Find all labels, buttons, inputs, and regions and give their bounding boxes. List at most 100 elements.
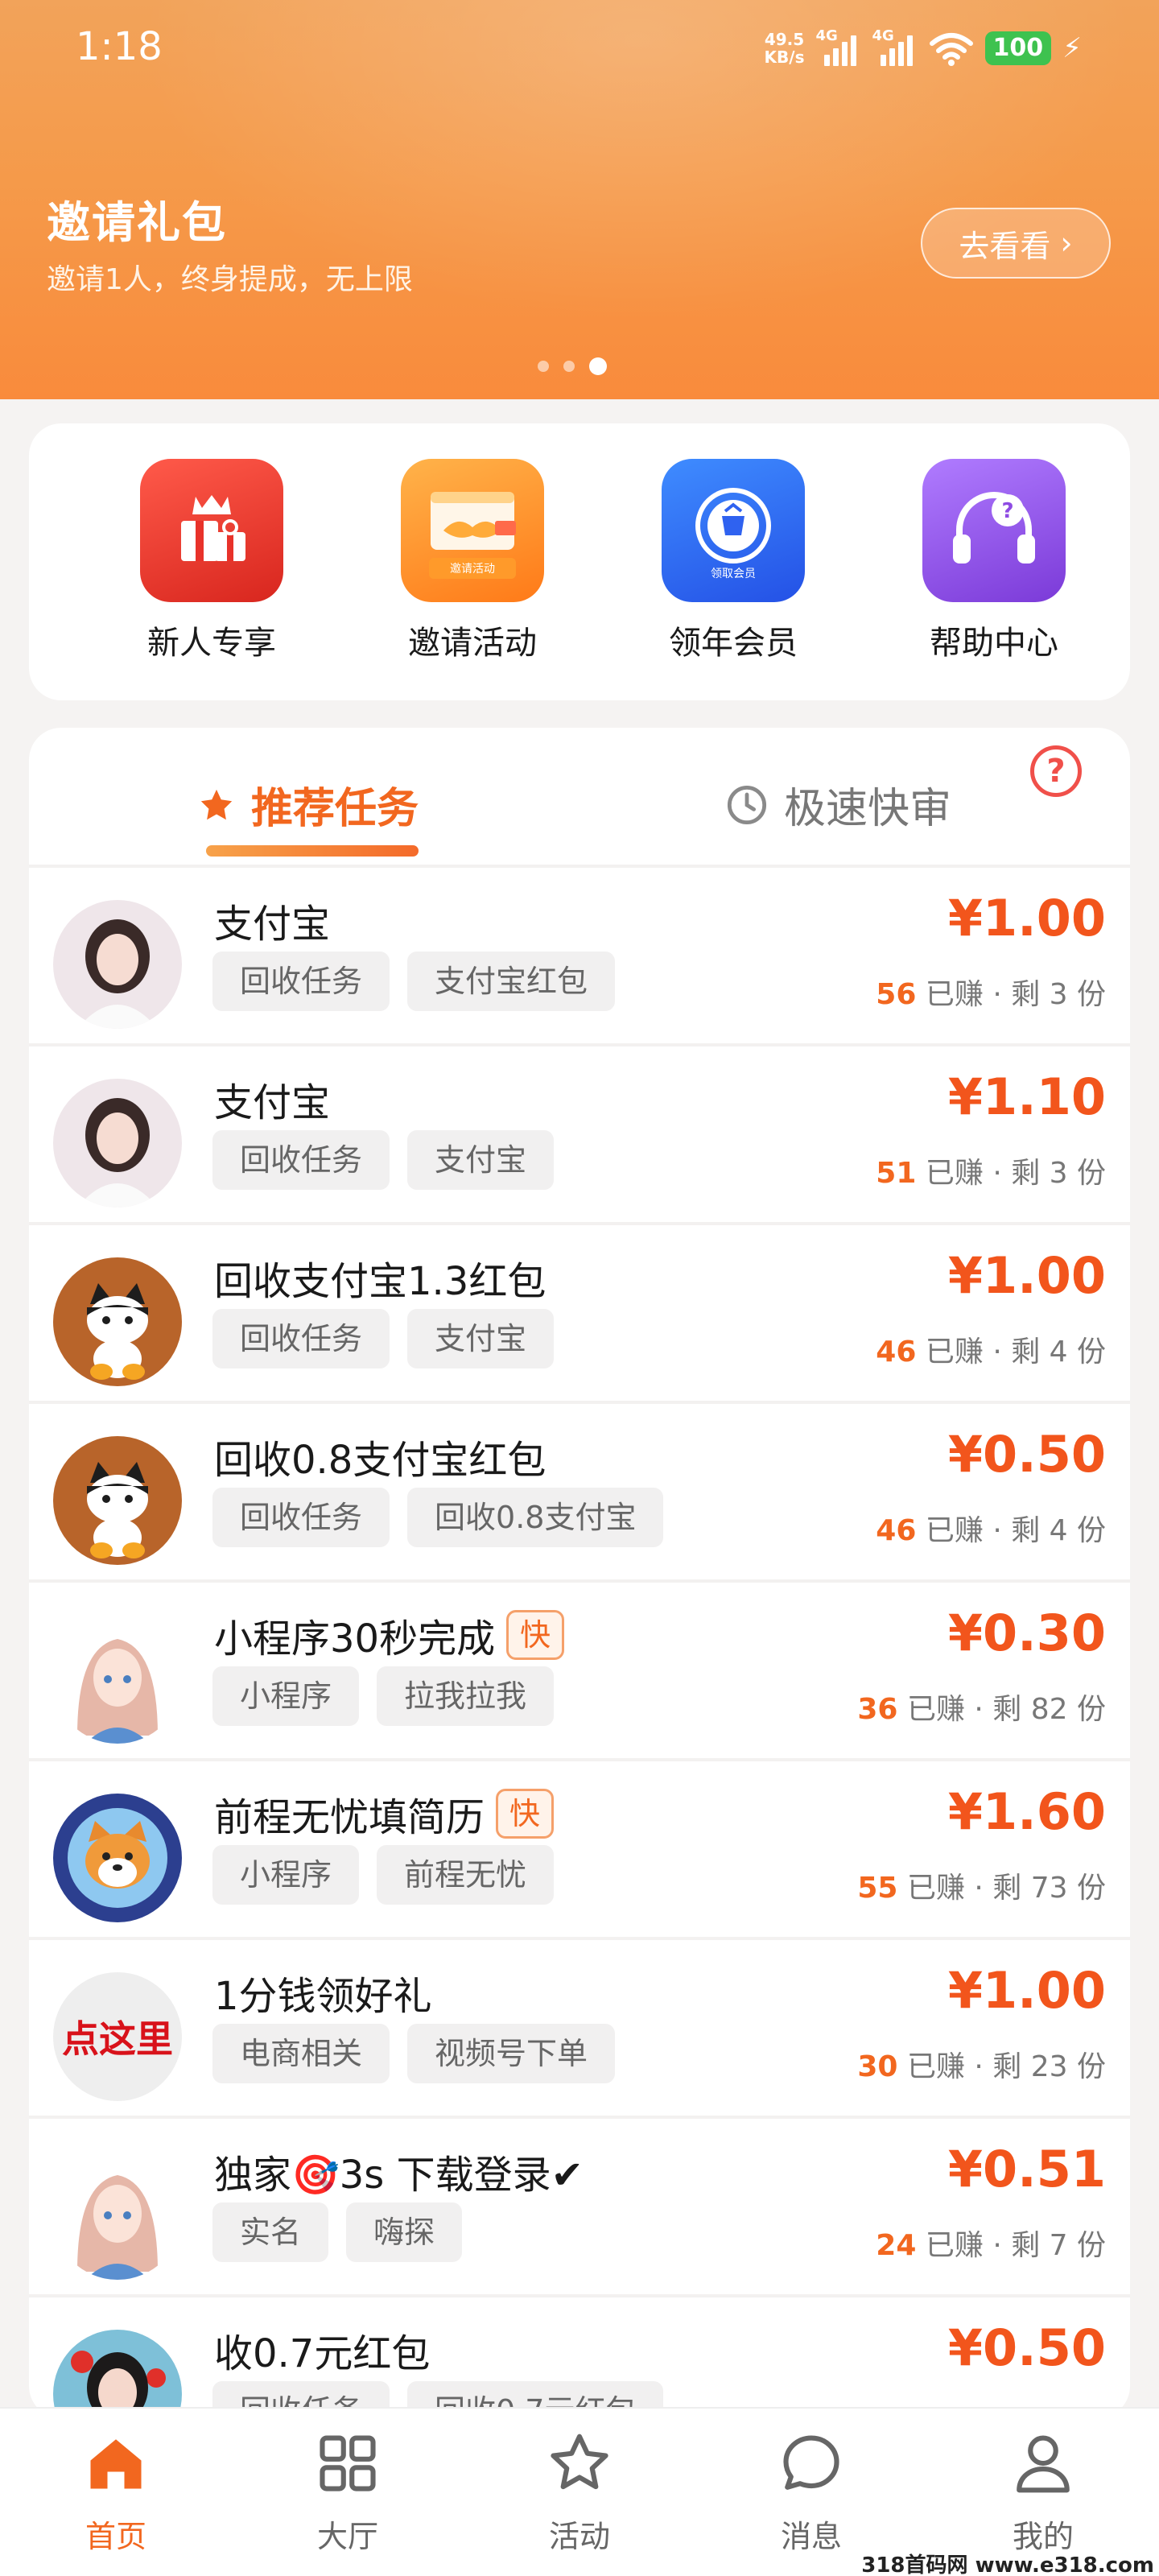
task-price: ¥0.51 xyxy=(947,2140,1106,2198)
task-avatar xyxy=(53,1794,182,1922)
banner[interactable]: 1:18 49.5 KB/s 4G 4G 100 ⚡ 邀请礼包 邀请1人，终身提… xyxy=(0,0,1159,399)
nav-activity[interactable]: 活动 xyxy=(499,2429,660,2556)
nav-home[interactable]: 首页 xyxy=(35,2429,196,2556)
task-tags: 回收任务 支付宝 xyxy=(212,1309,555,1368)
task-stats: 56 已赚 · 剩 3 份 xyxy=(876,978,1106,1011)
avatar-text: 点这里 xyxy=(62,2017,173,2061)
carousel-dot[interactable] xyxy=(563,361,575,372)
task-stats: 46 已赚 · 剩 4 份 xyxy=(876,1514,1106,1547)
tab-underline xyxy=(206,845,419,857)
task-row[interactable]: 回收支付宝1.3红包 回收任务 支付宝 ¥1.00 46 已赚 · 剩 4 份 xyxy=(29,1222,1130,1401)
task-tag: 嗨探 xyxy=(346,2202,463,2262)
task-row[interactable]: 收0.7元红包回收任务回收0.7元红包¥0.5023 已赚 · 剩 3 份 xyxy=(29,2294,1130,2418)
watermark: 318首码网 www.e318.com xyxy=(861,2553,1154,2576)
task-avatar xyxy=(53,1257,182,1386)
banner-go-button[interactable]: 去看看 › xyxy=(921,208,1111,279)
fast-badge: 快 xyxy=(496,1789,555,1839)
status-icons: 49.5 KB/s 4G 4G 100 ⚡ xyxy=(765,24,1082,72)
task-tag: 回收任务 xyxy=(212,1309,390,1368)
handshake-icon: 邀请活动 xyxy=(401,459,544,602)
task-price: ¥1.60 xyxy=(947,1782,1106,1841)
wifi-icon xyxy=(929,33,973,66)
task-row[interactable]: 点这里 1分钱领好礼 电商相关 视频号下单 ¥1.00 30 已赚 · 剩 23 份 xyxy=(29,1937,1130,2116)
vip-icon: 领取会员 xyxy=(662,459,805,602)
invite-icon-text: 邀请活动 xyxy=(450,563,495,576)
svg-text:?: ? xyxy=(1001,499,1013,523)
carousel-dot-active[interactable] xyxy=(589,357,607,375)
quick-entry-newcomer[interactable]: 新人专享 xyxy=(107,459,316,663)
status-bar: 1:18 49.5 KB/s 4G 4G 100 ⚡ xyxy=(0,0,1159,97)
task-tag: 支付宝 xyxy=(407,1309,555,1368)
grid-icon xyxy=(320,2435,376,2491)
signal-icon: 4G xyxy=(816,27,861,66)
task-avatar xyxy=(53,2330,182,2418)
task-title: 支付宝 xyxy=(214,902,331,947)
task-row[interactable]: 前程无忧填简历快小程序 前程无忧 ¥1.60 55 已赚 · 剩 73 份 xyxy=(29,1758,1130,1937)
task-row[interactable]: 独家🎯3s 下载登录✔ 实名 嗨探 ¥0.51 24 已赚 · 剩 7 份 xyxy=(29,2116,1130,2294)
task-tabs: 推荐任务 极速快审 ? xyxy=(29,728,1130,865)
fast-badge: 快 xyxy=(506,1610,565,1660)
task-row[interactable]: 小程序30秒完成快小程序 拉我拉我 ¥0.30 36 已赚 · 剩 82 份 xyxy=(29,1579,1130,1758)
task-title: 小程序30秒完成快 xyxy=(214,1607,565,1663)
task-price: ¥0.50 xyxy=(947,1425,1106,1484)
task-tag: 前程无忧 xyxy=(377,1845,555,1905)
nav-messages[interactable]: 消息 xyxy=(731,2429,892,2556)
home-icon xyxy=(90,2439,142,2489)
carousel-indicator xyxy=(538,357,607,375)
task-tags: 小程序 前程无忧 xyxy=(212,1845,555,1905)
task-tag: 小程序 xyxy=(212,1666,360,1726)
task-avatar xyxy=(53,1615,182,1744)
help-icon[interactable]: ? xyxy=(1030,745,1082,797)
task-price: ¥0.50 xyxy=(947,2318,1106,2377)
task-tag: 回收0.8支付宝 xyxy=(407,1488,664,1547)
net-speed: 49.5 KB/s xyxy=(764,30,805,67)
quick-entry-invite[interactable]: 邀请活动 邀请活动 xyxy=(368,459,577,663)
battery-indicator: 100 xyxy=(984,31,1052,65)
star-outline-icon xyxy=(551,2434,608,2490)
nav-hall[interactable]: 大厅 xyxy=(267,2429,428,2556)
task-stats: 30 已赚 · 剩 23 份 xyxy=(857,2050,1106,2083)
nav-mine[interactable]: 我的 xyxy=(963,2429,1124,2556)
task-avatar: 点这里 xyxy=(53,1972,182,2101)
task-avatar xyxy=(53,2151,182,2280)
task-tags: 回收任务 支付宝红包 xyxy=(212,952,616,1011)
task-price: ¥0.30 xyxy=(947,1604,1106,1662)
vip-icon-text: 领取会员 xyxy=(711,568,756,580)
task-price: ¥1.00 xyxy=(947,1961,1106,2020)
task-row[interactable]: 支付宝 回收任务 支付宝红包 ¥1.00 56 已赚 · 剩 3 份 xyxy=(29,865,1130,1043)
banner-subtitle: 邀请1人，终身提成，无上限 xyxy=(47,263,413,296)
task-avatar xyxy=(53,900,182,1029)
banner-title: 邀请礼包 xyxy=(47,197,227,248)
task-title: 独家🎯3s 下载登录✔ xyxy=(214,2153,584,2198)
task-stats: 51 已赚 · 剩 3 份 xyxy=(876,1157,1106,1190)
task-avatar xyxy=(53,1436,182,1565)
task-tags: 回收任务 支付宝 xyxy=(212,1130,555,1190)
tab-recommended[interactable]: 推荐任务 xyxy=(198,774,419,835)
task-price: ¥1.00 xyxy=(947,1246,1106,1305)
task-row[interactable]: 回收0.8支付宝红包 回收任务 回收0.8支付宝 ¥0.50 46 已赚 · 剩 4 份 xyxy=(29,1401,1130,1579)
task-tag: 回收任务 xyxy=(212,1488,390,1547)
task-row[interactable]: 支付宝 回收任务 支付宝 ¥1.10 51 已赚 · 剩 3 份 xyxy=(29,1043,1130,1222)
chevron-right-icon: › xyxy=(1060,225,1073,261)
task-tags: 回收任务 回收0.8支付宝 xyxy=(212,1488,664,1547)
headset-icon: ? xyxy=(922,459,1066,602)
quick-entry-card: 新人专享 邀请活动 邀请活动 领取会员 领年会员 ? 帮助中心 xyxy=(29,423,1130,700)
task-tag: 小程序 xyxy=(212,1845,360,1905)
quick-entry-help[interactable]: ? 帮助中心 xyxy=(889,459,1099,663)
task-tags: 实名 嗨探 xyxy=(212,2202,463,2262)
charging-icon: ⚡ xyxy=(1062,32,1082,64)
task-tag: 回收任务 xyxy=(212,1130,390,1190)
task-tags: 小程序 拉我拉我 xyxy=(212,1666,555,1726)
quick-entry-vip[interactable]: 领取会员 领年会员 xyxy=(629,459,838,663)
tab-fast-review[interactable]: 极速快审 xyxy=(726,774,951,835)
task-title: 1分钱领好礼 xyxy=(214,1974,432,2019)
task-tag: 拉我拉我 xyxy=(377,1666,555,1726)
carousel-dot[interactable] xyxy=(538,361,549,372)
user-icon xyxy=(1017,2435,1070,2493)
task-price: ¥1.10 xyxy=(947,1067,1106,1126)
task-list-card: 推荐任务 极速快审 ? 支付宝 回收任务 支付宝红包 ¥1.00 56 已赚 · 剩 3… xyxy=(29,728,1130,2418)
task-title: 收0.7元红包 xyxy=(214,2331,431,2376)
task-stats: 46 已赚 · 剩 4 份 xyxy=(876,1335,1106,1368)
status-time: 1:18 xyxy=(76,24,163,69)
task-avatar xyxy=(53,1079,182,1208)
